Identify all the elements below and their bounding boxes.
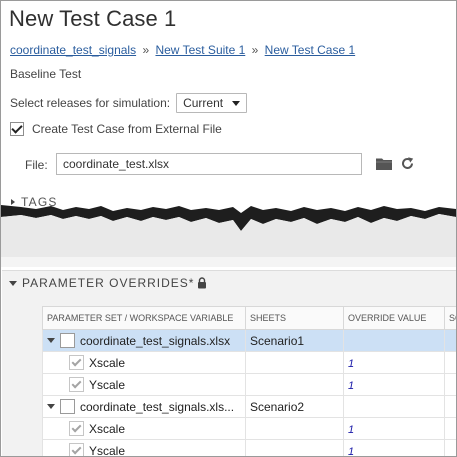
table-row[interactable]: coordinate_test_signals.xls... Scenario2 bbox=[42, 395, 456, 418]
column-header-source[interactable]: SO bbox=[444, 306, 456, 330]
row-checkbox[interactable] bbox=[69, 421, 84, 436]
row-checkbox[interactable] bbox=[69, 377, 84, 392]
external-file-checkbox[interactable] bbox=[10, 122, 24, 136]
override-value-cell[interactable] bbox=[343, 395, 445, 418]
row-checkbox[interactable] bbox=[69, 443, 84, 456]
file-path-input[interactable] bbox=[56, 153, 362, 175]
row-checkbox[interactable] bbox=[69, 355, 84, 370]
override-value: 1 bbox=[348, 423, 355, 436]
parameter-set-name: coordinate_test_signals.xls... bbox=[80, 399, 235, 414]
chevron-down-icon[interactable] bbox=[47, 338, 55, 343]
release-label: Select releases for simulation: bbox=[10, 96, 171, 110]
source-cell bbox=[444, 351, 456, 374]
file-label: File: bbox=[25, 158, 48, 172]
release-dropdown[interactable]: Current bbox=[176, 93, 248, 113]
override-value-cell[interactable]: 1 bbox=[343, 417, 445, 440]
release-selection-row: Select releases for simulation: Current bbox=[10, 93, 248, 113]
variable-name: Xscale bbox=[89, 355, 126, 370]
override-value: 1 bbox=[348, 379, 355, 392]
external-file-row: Create Test Case from External File bbox=[10, 122, 222, 136]
refresh-icon[interactable] bbox=[400, 156, 415, 171]
sheet-cell bbox=[245, 439, 344, 456]
breadcrumb-separator: » bbox=[251, 43, 259, 57]
column-header-parameter[interactable]: PARAMETER SET / WORKSPACE VARIABLE bbox=[42, 306, 246, 330]
table-header-row: PARAMETER SET / WORKSPACE VARIABLE SHEET… bbox=[42, 306, 456, 330]
sheet-cell bbox=[245, 417, 344, 440]
override-value: 1 bbox=[348, 357, 355, 370]
parameter-overrides-table: PARAMETER SET / WORKSPACE VARIABLE SHEET… bbox=[42, 306, 456, 457]
override-value-cell[interactable] bbox=[343, 329, 445, 352]
chevron-down-icon bbox=[9, 280, 17, 286]
variable-name: Yscale bbox=[89, 443, 126, 457]
lock-icon bbox=[198, 277, 207, 289]
override-value-cell[interactable]: 1 bbox=[343, 373, 445, 396]
override-value-cell[interactable]: 1 bbox=[343, 439, 445, 457]
table-row[interactable]: Yscale 1 bbox=[42, 373, 456, 396]
override-value-cell[interactable]: 1 bbox=[343, 351, 445, 374]
release-dropdown-value: Current bbox=[183, 96, 224, 110]
test-type-label: Baseline Test bbox=[10, 67, 82, 81]
test-case-panel: New Test Case 1 coordinate_test_signals … bbox=[0, 0, 457, 457]
source-cell bbox=[444, 329, 456, 352]
override-value: 1 bbox=[348, 445, 355, 457]
variable-name: Xscale bbox=[89, 421, 126, 436]
sheet-cell bbox=[245, 351, 344, 374]
sheet-cell bbox=[245, 373, 344, 396]
table-row[interactable]: Xscale 1 bbox=[42, 417, 456, 440]
chevron-down-icon[interactable] bbox=[47, 404, 55, 409]
breadcrumb-separator: » bbox=[142, 43, 150, 57]
table-row[interactable]: coordinate_test_signals.xlsx Scenario1 bbox=[42, 329, 456, 352]
row-checkbox[interactable] bbox=[60, 399, 75, 414]
parameter-overrides-label: PARAMETER OVERRIDES* bbox=[22, 276, 195, 290]
parameter-overrides-header[interactable]: PARAMETER OVERRIDES* bbox=[9, 276, 207, 290]
external-file-label: Create Test Case from External File bbox=[32, 122, 222, 136]
page-title: New Test Case 1 bbox=[9, 6, 177, 31]
breadcrumb-item-test-suite[interactable]: New Test Suite 1 bbox=[155, 43, 245, 57]
variable-name: Yscale bbox=[89, 377, 126, 392]
parameter-overrides-section: PARAMETER OVERRIDES* PARAMETER SET / WOR… bbox=[2, 270, 456, 457]
breadcrumb-item-test-file[interactable]: coordinate_test_signals bbox=[10, 43, 136, 57]
sheet-cell[interactable]: Scenario2 bbox=[245, 395, 344, 418]
source-cell bbox=[444, 439, 456, 456]
table-row[interactable]: Yscale 1 bbox=[42, 439, 456, 457]
torn-edge-divider bbox=[1, 205, 456, 267]
breadcrumb: coordinate_test_signals » New Test Suite… bbox=[10, 43, 355, 57]
source-cell bbox=[444, 417, 456, 440]
folder-icon[interactable] bbox=[376, 157, 392, 170]
breadcrumb-item-test-case[interactable]: New Test Case 1 bbox=[265, 43, 356, 57]
column-header-override-value[interactable]: OVERRIDE VALUE bbox=[343, 306, 445, 330]
row-checkbox[interactable] bbox=[60, 333, 75, 348]
source-cell bbox=[444, 395, 456, 418]
sheet-cell[interactable]: Scenario1 bbox=[245, 329, 344, 352]
table-row[interactable]: Xscale 1 bbox=[42, 351, 456, 374]
source-cell bbox=[444, 373, 456, 396]
chevron-down-icon bbox=[232, 100, 241, 106]
parameter-set-name: coordinate_test_signals.xlsx bbox=[80, 333, 231, 348]
column-header-sheets[interactable]: SHEETS bbox=[245, 306, 344, 330]
